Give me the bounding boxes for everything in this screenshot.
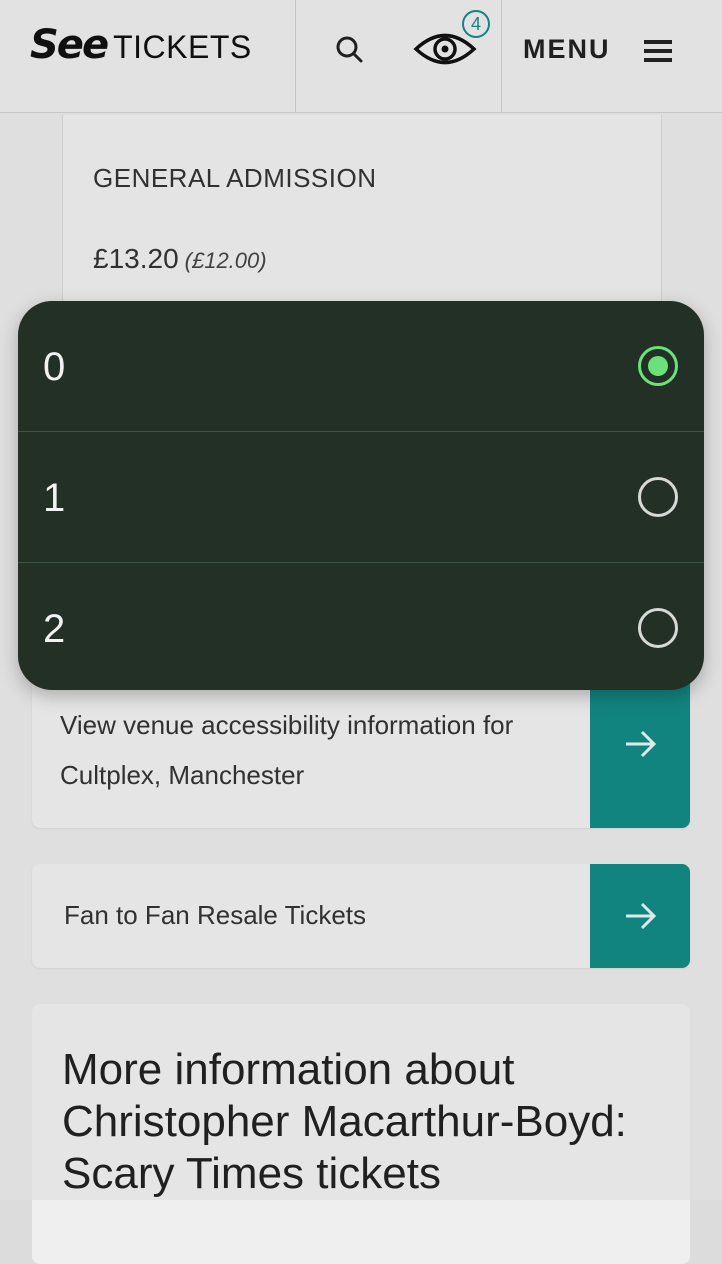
quantity-option-0[interactable]: 0 [18, 301, 704, 431]
radio-unselected-icon[interactable] [638, 477, 678, 517]
quantity-option-label: 0 [43, 345, 66, 389]
quantity-option-label: 1 [43, 476, 66, 520]
radio-unselected-icon[interactable] [638, 608, 678, 648]
quantity-picker-dialog: 0 1 2 [18, 301, 704, 690]
quantity-option-1[interactable]: 1 [18, 432, 704, 562]
radio-dot [648, 356, 668, 376]
quantity-option-label: 2 [43, 607, 66, 651]
radio-selected-icon[interactable] [638, 346, 678, 386]
quantity-option-2[interactable]: 2 [18, 563, 704, 690]
